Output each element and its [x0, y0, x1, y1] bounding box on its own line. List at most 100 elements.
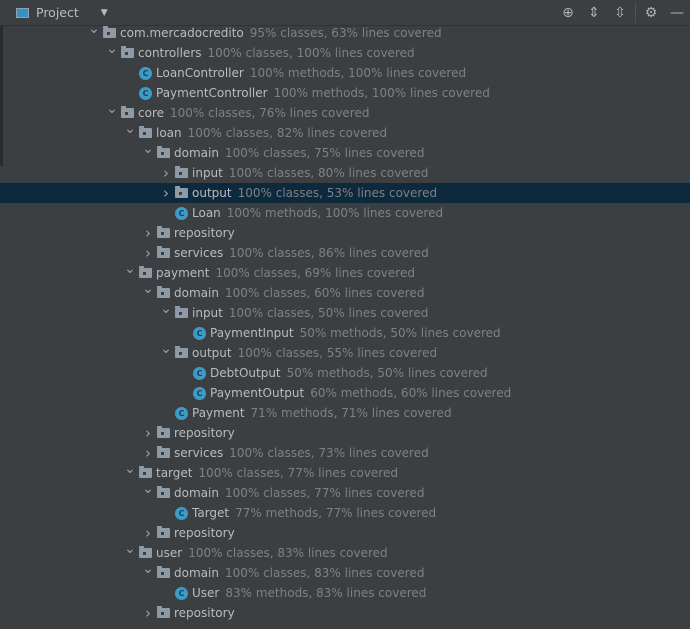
tree-item-class[interactable]: C Loan 100% methods, 100% lines covered: [0, 203, 690, 223]
tree-item-package[interactable]: › repository: [0, 523, 690, 543]
chevron-right-icon[interactable]: ›: [140, 444, 156, 462]
tree-item-package[interactable]: ⌄ com.mercadocredito 95% classes, 63% line…: [0, 21, 690, 43]
package-folder-icon: [157, 246, 170, 258]
chevron-down-icon[interactable]: ⌄: [140, 561, 156, 577]
collapse-all-icon[interactable]: ⇳: [607, 5, 633, 21]
tree-item-label: core: [138, 106, 164, 120]
tree-item-class[interactable]: C PaymentInput 50% methods, 50% lines cove…: [0, 323, 690, 343]
package-folder-icon: [157, 446, 170, 458]
tree-item-package[interactable]: ⌄ domain 100% classes, 60% lines covered: [0, 281, 690, 303]
package-folder-icon: [121, 46, 134, 58]
coverage-hint: 77% methods, 77% lines covered: [235, 506, 437, 520]
coverage-hint: 100% classes, 80% lines covered: [228, 166, 429, 180]
locate-icon[interactable]: ⊕: [555, 5, 581, 21]
package-folder-icon: [157, 526, 170, 538]
chevron-down-icon[interactable]: ⌄: [86, 21, 102, 37]
coverage-hint: 100% classes, 86% lines covered: [229, 246, 429, 260]
package-folder-icon: [157, 226, 170, 238]
coverage-hint: 100% classes, 83% lines covered: [188, 546, 388, 560]
chevron-down-icon[interactable]: ⌄: [140, 281, 156, 297]
chevron-down-icon[interactable]: ⌄: [122, 461, 138, 477]
tree-item-label: PaymentOutput: [210, 386, 305, 400]
package-folder-icon: [157, 566, 170, 578]
minimize-icon[interactable]: —: [664, 5, 690, 21]
chevron-down-icon[interactable]: ⌄: [104, 101, 120, 117]
tree-item-package[interactable]: ⌄ user 100% classes, 83% lines covered: [0, 541, 690, 563]
tree-item-package[interactable]: › repository: [0, 223, 690, 243]
tree-item-label: Target: [192, 506, 230, 520]
tree-item-package[interactable]: › input 100% classes, 80% lines covered: [0, 163, 690, 183]
tree-item-label: domain: [174, 486, 219, 500]
package-folder-icon: [157, 426, 170, 438]
chevron-right-icon[interactable]: ›: [140, 244, 156, 262]
package-folder-icon: [139, 466, 152, 478]
view-selector-title[interactable]: Project: [36, 5, 79, 20]
chevron-right-icon[interactable]: ›: [158, 184, 174, 202]
chevron-down-icon[interactable]: ⌄: [104, 41, 120, 57]
tree-item-class[interactable]: C User 83% methods, 83% lines covered: [0, 583, 690, 603]
tree-item-label: repository: [174, 606, 235, 620]
chevron-down-icon[interactable]: ⌄: [122, 261, 138, 277]
tree-item-class[interactable]: C Payment 71% methods, 71% lines covered: [0, 403, 690, 423]
tree-item-package[interactable]: ⌄ target 100% classes, 77% lines covered: [0, 461, 690, 483]
tree-item-package[interactable]: › services 100% classes, 73% lines covered: [0, 443, 690, 463]
tree-item-class[interactable]: C DebtOutput 50% methods, 50% lines covere…: [0, 363, 690, 383]
chevron-down-icon[interactable]: ▼: [101, 8, 108, 18]
tree-item-label: payment: [156, 266, 210, 280]
tree-item-package[interactable]: › repository: [0, 603, 690, 623]
tree-item-package[interactable]: ⌄ core 100% classes, 76% lines covered: [0, 101, 690, 123]
tree-item-class[interactable]: C LoanController 100% methods, 100% lines …: [0, 63, 690, 83]
tree-item-package[interactable]: ⌄ domain 100% classes, 77% lines covered: [0, 481, 690, 503]
chevron-right-icon[interactable]: ›: [140, 224, 156, 242]
chevron-right-icon[interactable]: ›: [158, 164, 174, 182]
tree-item-label: repository: [174, 526, 235, 540]
tree-item-package[interactable]: ⌄ output 100% classes, 55% lines covered: [0, 341, 690, 363]
package-folder-icon: [139, 546, 152, 558]
tree-item-package[interactable]: › repository: [0, 423, 690, 443]
chevron-down-icon[interactable]: ⌄: [158, 301, 174, 317]
tree-item-label: Loan: [192, 206, 221, 220]
tree-item-package[interactable]: › output 100% classes, 53% lines covered: [0, 183, 690, 203]
package-folder-icon: [121, 106, 134, 118]
toolbar-separator: [635, 3, 636, 23]
tree-item-package[interactable]: ⌄ domain 100% classes, 83% lines covered: [0, 561, 690, 583]
tree-item-package[interactable]: ⌄ loan 100% classes, 82% lines covered: [0, 121, 690, 143]
chevron-down-icon[interactable]: ⌄: [158, 341, 174, 357]
tree-item-label: PaymentController: [156, 86, 268, 100]
class-icon: C: [193, 326, 206, 340]
package-folder-icon: [139, 126, 152, 138]
tree-item-label: controllers: [138, 46, 202, 60]
coverage-hint: 100% methods, 100% lines covered: [273, 86, 490, 100]
package-folder-icon: [139, 266, 152, 278]
expand-all-icon[interactable]: ⇕: [581, 5, 607, 21]
tree-item-label: input: [192, 166, 223, 180]
chevron-right-icon[interactable]: ›: [140, 524, 156, 542]
package-folder-icon: [103, 26, 116, 38]
project-tree[interactable]: ⌄ com.mercadocredito 95% classes, 63% line…: [0, 21, 690, 623]
coverage-hint: 100% classes, 83% lines covered: [224, 566, 425, 580]
coverage-hint: 100% classes, 69% lines covered: [215, 266, 415, 280]
chevron-down-icon[interactable]: ⌄: [122, 121, 138, 137]
tree-item-package[interactable]: › services 100% classes, 86% lines covered: [0, 243, 690, 263]
tree-item-class[interactable]: C Target 77% methods, 77% lines covered: [0, 503, 690, 523]
tree-item-label: DebtOutput: [210, 366, 281, 380]
tree-item-label: Payment: [192, 406, 245, 420]
class-icon: C: [175, 506, 188, 520]
tree-item-package[interactable]: ⌄ controllers 100% classes, 100% lines cov…: [0, 41, 690, 63]
tree-item-package[interactable]: ⌄ domain 100% classes, 75% lines covered: [0, 141, 690, 163]
tree-item-class[interactable]: C PaymentOutput 60% methods, 60% lines cov…: [0, 383, 690, 403]
class-icon: C: [193, 386, 206, 400]
coverage-hint: 100% classes, 50% lines covered: [228, 306, 429, 320]
package-folder-icon: [157, 486, 170, 498]
tree-item-class[interactable]: C PaymentController 100% methods, 100% lin…: [0, 83, 690, 103]
gear-icon[interactable]: ⚙: [638, 5, 664, 21]
coverage-hint: 100% methods, 100% lines covered: [226, 206, 444, 220]
chevron-down-icon[interactable]: ⌄: [140, 141, 156, 157]
chevron-down-icon[interactable]: ⌄: [122, 541, 138, 557]
chevron-right-icon[interactable]: ›: [140, 424, 156, 442]
tree-item-package[interactable]: ⌄ input 100% classes, 50% lines covered: [0, 301, 690, 323]
chevron-right-icon[interactable]: ›: [140, 604, 156, 622]
tree-item-package[interactable]: ⌄ payment 100% classes, 69% lines covered: [0, 261, 690, 283]
tree-item-label: services: [174, 446, 224, 460]
chevron-down-icon[interactable]: ⌄: [140, 481, 156, 497]
